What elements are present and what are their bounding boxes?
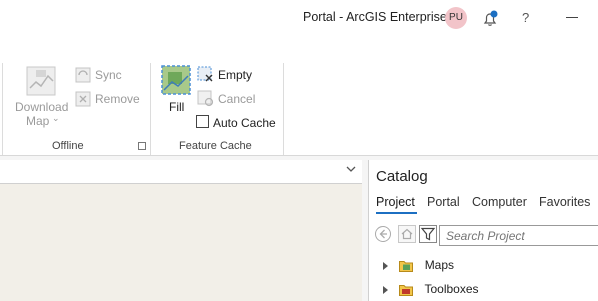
tab-favorites[interactable]: Favorites: [539, 195, 590, 209]
tree-item-toolboxes[interactable]: Toolboxes: [383, 282, 479, 300]
ribbon: Download Map ⌄ Sync Remove Offline Fill …: [0, 36, 598, 156]
tree-item-label: Toolboxes: [424, 282, 479, 296]
maps-folder-icon: [399, 260, 414, 272]
catalog-title: Catalog: [376, 168, 428, 185]
user-avatar[interactable]: PU: [445, 7, 467, 29]
map-canvas[interactable]: [0, 184, 362, 301]
feature-cache-group-label: Feature Cache: [179, 140, 252, 152]
download-map-label-line2: Map: [26, 114, 50, 128]
tree-item-label: Maps: [424, 258, 455, 272]
offline-dialog-launcher-icon[interactable]: [138, 142, 146, 150]
ribbon-group-separator: [283, 63, 284, 155]
map-pane: [0, 160, 362, 301]
filter-icon[interactable]: [419, 225, 437, 248]
portal-title: Portal - ArcGIS Enterprise: [303, 10, 447, 24]
help-button[interactable]: ?: [522, 10, 529, 25]
empty-cache-icon: [197, 66, 214, 88]
sync-icon: [75, 67, 91, 88]
title-bar: Portal - ArcGIS Enterprise PU ?: [0, 0, 598, 36]
empty-label: Empty: [218, 68, 253, 82]
tab-portal[interactable]: Portal: [427, 195, 460, 209]
tab-computer[interactable]: Computer: [472, 195, 527, 209]
remove-label: Remove: [95, 92, 140, 106]
tree-item-maps[interactable]: Maps: [383, 258, 454, 276]
map-tab-strip: [0, 160, 362, 184]
offline-group-label: Offline: [52, 140, 84, 152]
cancel-cache-icon: [197, 90, 214, 112]
download-map-label-line1: Download: [15, 100, 69, 114]
chevron-down-icon[interactable]: [346, 164, 356, 177]
home-icon[interactable]: [398, 225, 416, 248]
minimize-button[interactable]: [566, 17, 578, 18]
sync-label: Sync: [95, 68, 122, 82]
chevron-down-icon: ⌄: [52, 113, 60, 123]
fill-cache-icon: [160, 64, 192, 101]
active-tab-indicator: [376, 212, 417, 214]
fill-label: Fill: [169, 100, 185, 114]
tab-project[interactable]: Project: [376, 195, 415, 209]
auto-cache-checkbox-box[interactable]: [196, 115, 209, 128]
ribbon-group-separator: [2, 63, 3, 155]
expand-caret-icon[interactable]: [383, 261, 388, 270]
cancel-label: Cancel: [218, 92, 256, 106]
remove-icon: [75, 91, 91, 112]
arcgis-pro-window: Portal - ArcGIS Enterprise PU ? Download…: [0, 0, 598, 301]
toolboxes-icon: [399, 284, 414, 296]
back-arrow-icon[interactable]: [374, 225, 392, 248]
notification-bell-icon[interactable]: [480, 9, 500, 29]
catalog-pane: Catalog Project Portal Computer Favorite…: [368, 160, 598, 301]
expand-caret-icon[interactable]: [383, 285, 388, 294]
download-map-icon: [26, 66, 56, 101]
auto-cache-label: Auto Cache: [213, 116, 276, 130]
ribbon-group-separator: [150, 63, 151, 155]
search-project-input[interactable]: [439, 225, 598, 246]
